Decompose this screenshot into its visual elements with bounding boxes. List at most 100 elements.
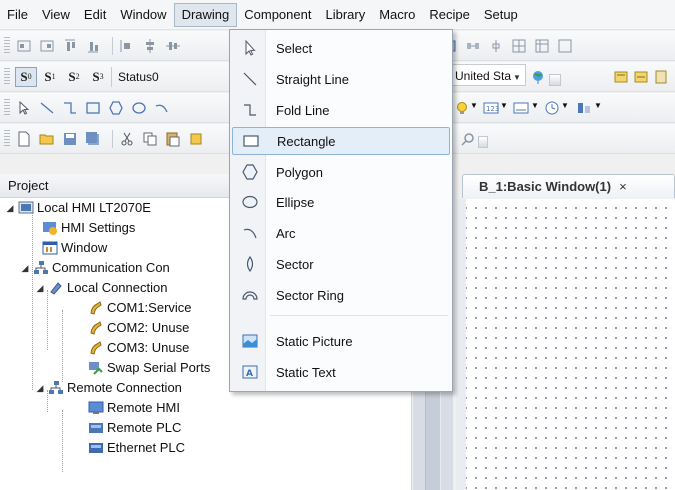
serial-port-icon xyxy=(88,300,104,316)
status-select[interactable]: Status0 xyxy=(111,66,165,87)
menu-item-static-picture[interactable]: Static Picture xyxy=(232,327,450,355)
menu-item-straight-line[interactable]: Straight Line xyxy=(232,65,450,93)
save-all-icon[interactable] xyxy=(84,130,101,147)
state-0-button[interactable]: S0 xyxy=(15,66,37,87)
polygon-tool-icon[interactable] xyxy=(107,99,124,116)
design-canvas[interactable] xyxy=(456,199,675,490)
menu-macro[interactable]: Macro xyxy=(372,3,422,27)
tree-item-hmi-settings[interactable]: HMI Settings xyxy=(40,218,135,238)
menu-item-arc[interactable]: Arc xyxy=(232,219,450,247)
align-top-icon[interactable] xyxy=(61,37,78,54)
toolbar-grip[interactable] xyxy=(4,129,10,148)
chevron-down-icon[interactable]: ▼ xyxy=(470,101,478,110)
chevron-down-icon[interactable]: ▼ xyxy=(594,101,602,110)
menu-item-rectangle[interactable]: Rectangle xyxy=(232,127,450,155)
menu-file[interactable]: File xyxy=(0,3,35,27)
edit-text-icon[interactable] xyxy=(612,68,629,85)
expanded-triangle-icon[interactable]: ◢ xyxy=(34,278,46,298)
new-file-icon[interactable] xyxy=(15,130,32,147)
static-text-icon: A xyxy=(232,363,268,381)
rectangle-tool-icon[interactable] xyxy=(84,99,101,116)
undo-icon[interactable] xyxy=(187,130,204,147)
toolbar-grip[interactable] xyxy=(4,67,10,86)
tab-basic-window[interactable]: B_1:Basic Window(1) × xyxy=(462,174,675,198)
chevron-down-icon[interactable]: ▼ xyxy=(531,101,539,110)
tree-item-com1[interactable]: COM1:Service xyxy=(86,298,192,318)
expanded-triangle-icon[interactable]: ◢ xyxy=(19,258,31,278)
menu-setup[interactable]: Setup xyxy=(477,3,525,27)
menu-item-label: Sector Ring xyxy=(276,287,344,303)
align-left-icon[interactable] xyxy=(15,37,32,54)
globe-icon[interactable] xyxy=(530,68,547,85)
cut-icon[interactable] xyxy=(118,130,135,147)
tree-item-com3[interactable]: COM3: Unuse xyxy=(86,338,189,358)
expanded-triangle-icon[interactable]: ◢ xyxy=(34,378,46,398)
center-vertical-icon[interactable] xyxy=(141,37,158,54)
fold-line-tool-icon[interactable] xyxy=(61,99,78,116)
select-tool-icon[interactable] xyxy=(15,99,32,116)
group-icon[interactable] xyxy=(464,37,481,54)
toolbar-grip[interactable] xyxy=(4,36,10,55)
ellipse-tool-icon[interactable] xyxy=(130,99,147,116)
paste-text-icon[interactable] xyxy=(652,68,669,85)
tree-item-window[interactable]: Window xyxy=(40,238,107,258)
align-right-icon[interactable] xyxy=(38,37,55,54)
edit-text-alt-icon[interactable] xyxy=(632,68,649,85)
menu-item-sector-ring[interactable]: Sector Ring xyxy=(232,281,450,309)
bar-graph-icon[interactable] xyxy=(575,99,592,116)
frame-icon[interactable] xyxy=(556,37,573,54)
menu-edit[interactable]: Edit xyxy=(77,3,113,27)
center-horizontal-icon[interactable] xyxy=(164,37,181,54)
tree-item-communication[interactable]: ◢ Communication Con xyxy=(19,258,170,278)
chevron-down-icon[interactable]: ▼ xyxy=(500,101,508,110)
menu-item-fold-line[interactable]: Fold Line xyxy=(232,96,450,124)
state-2-button[interactable]: S2 xyxy=(63,67,85,87)
grid-snap-icon[interactable] xyxy=(510,37,527,54)
tree-item-com2[interactable]: COM2: Unuse xyxy=(86,318,189,338)
menu-item-label: Polygon xyxy=(276,164,323,180)
hex-display-icon[interactable] xyxy=(512,99,529,116)
open-folder-icon[interactable] xyxy=(38,130,55,147)
expanded-triangle-icon[interactable]: ◢ xyxy=(4,198,16,218)
menu-item-ellipse[interactable]: Ellipse xyxy=(232,188,450,216)
clock-icon[interactable] xyxy=(543,99,560,116)
toolbar-grip[interactable] xyxy=(4,98,10,117)
close-icon[interactable]: × xyxy=(619,179,627,194)
tree-item-remote-connection[interactable]: ◢ Remote Connection xyxy=(34,378,182,398)
numeric-display-icon[interactable]: 123 xyxy=(482,99,499,116)
arc-tool-icon[interactable] xyxy=(153,99,170,116)
save-icon[interactable] xyxy=(61,130,78,147)
line-tool-icon[interactable] xyxy=(38,99,55,116)
state-1-button[interactable]: S1 xyxy=(39,67,61,87)
search-options-button[interactable] xyxy=(478,136,488,148)
menu-item-sector[interactable]: Sector xyxy=(232,250,450,278)
tree-item-local-hmi[interactable]: ◢ Local HMI LT2070E xyxy=(4,198,151,218)
menu-drawing[interactable]: Drawing xyxy=(173,2,238,27)
language-options-button[interactable] xyxy=(549,74,561,86)
paste-icon[interactable] xyxy=(164,130,181,147)
copy-icon[interactable] xyxy=(141,130,158,147)
search-icon[interactable] xyxy=(459,130,476,147)
menu-item-select[interactable]: Select xyxy=(232,34,450,62)
tree-item-remote-plc[interactable]: Remote PLC xyxy=(86,418,181,438)
language-select[interactable]: United Sta ▼ xyxy=(450,64,526,86)
distribute-horizontal-icon[interactable] xyxy=(118,37,135,54)
chevron-down-icon: ▼ xyxy=(513,73,521,82)
align-bottom-icon[interactable] xyxy=(84,37,101,54)
tree-item-local-connection[interactable]: ◢ Local Connection xyxy=(34,278,168,298)
menu-component[interactable]: Component xyxy=(237,3,318,27)
chevron-down-icon[interactable]: ▼ xyxy=(561,101,569,110)
menu-recipe[interactable]: Recipe xyxy=(422,3,476,27)
bulb-icon[interactable] xyxy=(453,99,470,116)
menu-item-static-text[interactable]: A Static Text xyxy=(232,358,450,386)
menu-view[interactable]: View xyxy=(35,3,77,27)
grid-toggle-icon[interactable] xyxy=(533,37,550,54)
tree-item-ethernet-plc[interactable]: Ethernet PLC xyxy=(86,438,185,458)
menu-item-polygon[interactable]: Polygon xyxy=(232,158,450,186)
tree-item-remote-hmi[interactable]: Remote HMI xyxy=(86,398,180,418)
state-3-button[interactable]: S3 xyxy=(87,67,109,87)
tree-item-swap-serial-ports[interactable]: Swap Serial Ports xyxy=(86,358,210,378)
menu-library[interactable]: Library xyxy=(318,3,372,27)
same-height-icon[interactable] xyxy=(487,37,504,54)
menu-window[interactable]: Window xyxy=(113,3,173,27)
